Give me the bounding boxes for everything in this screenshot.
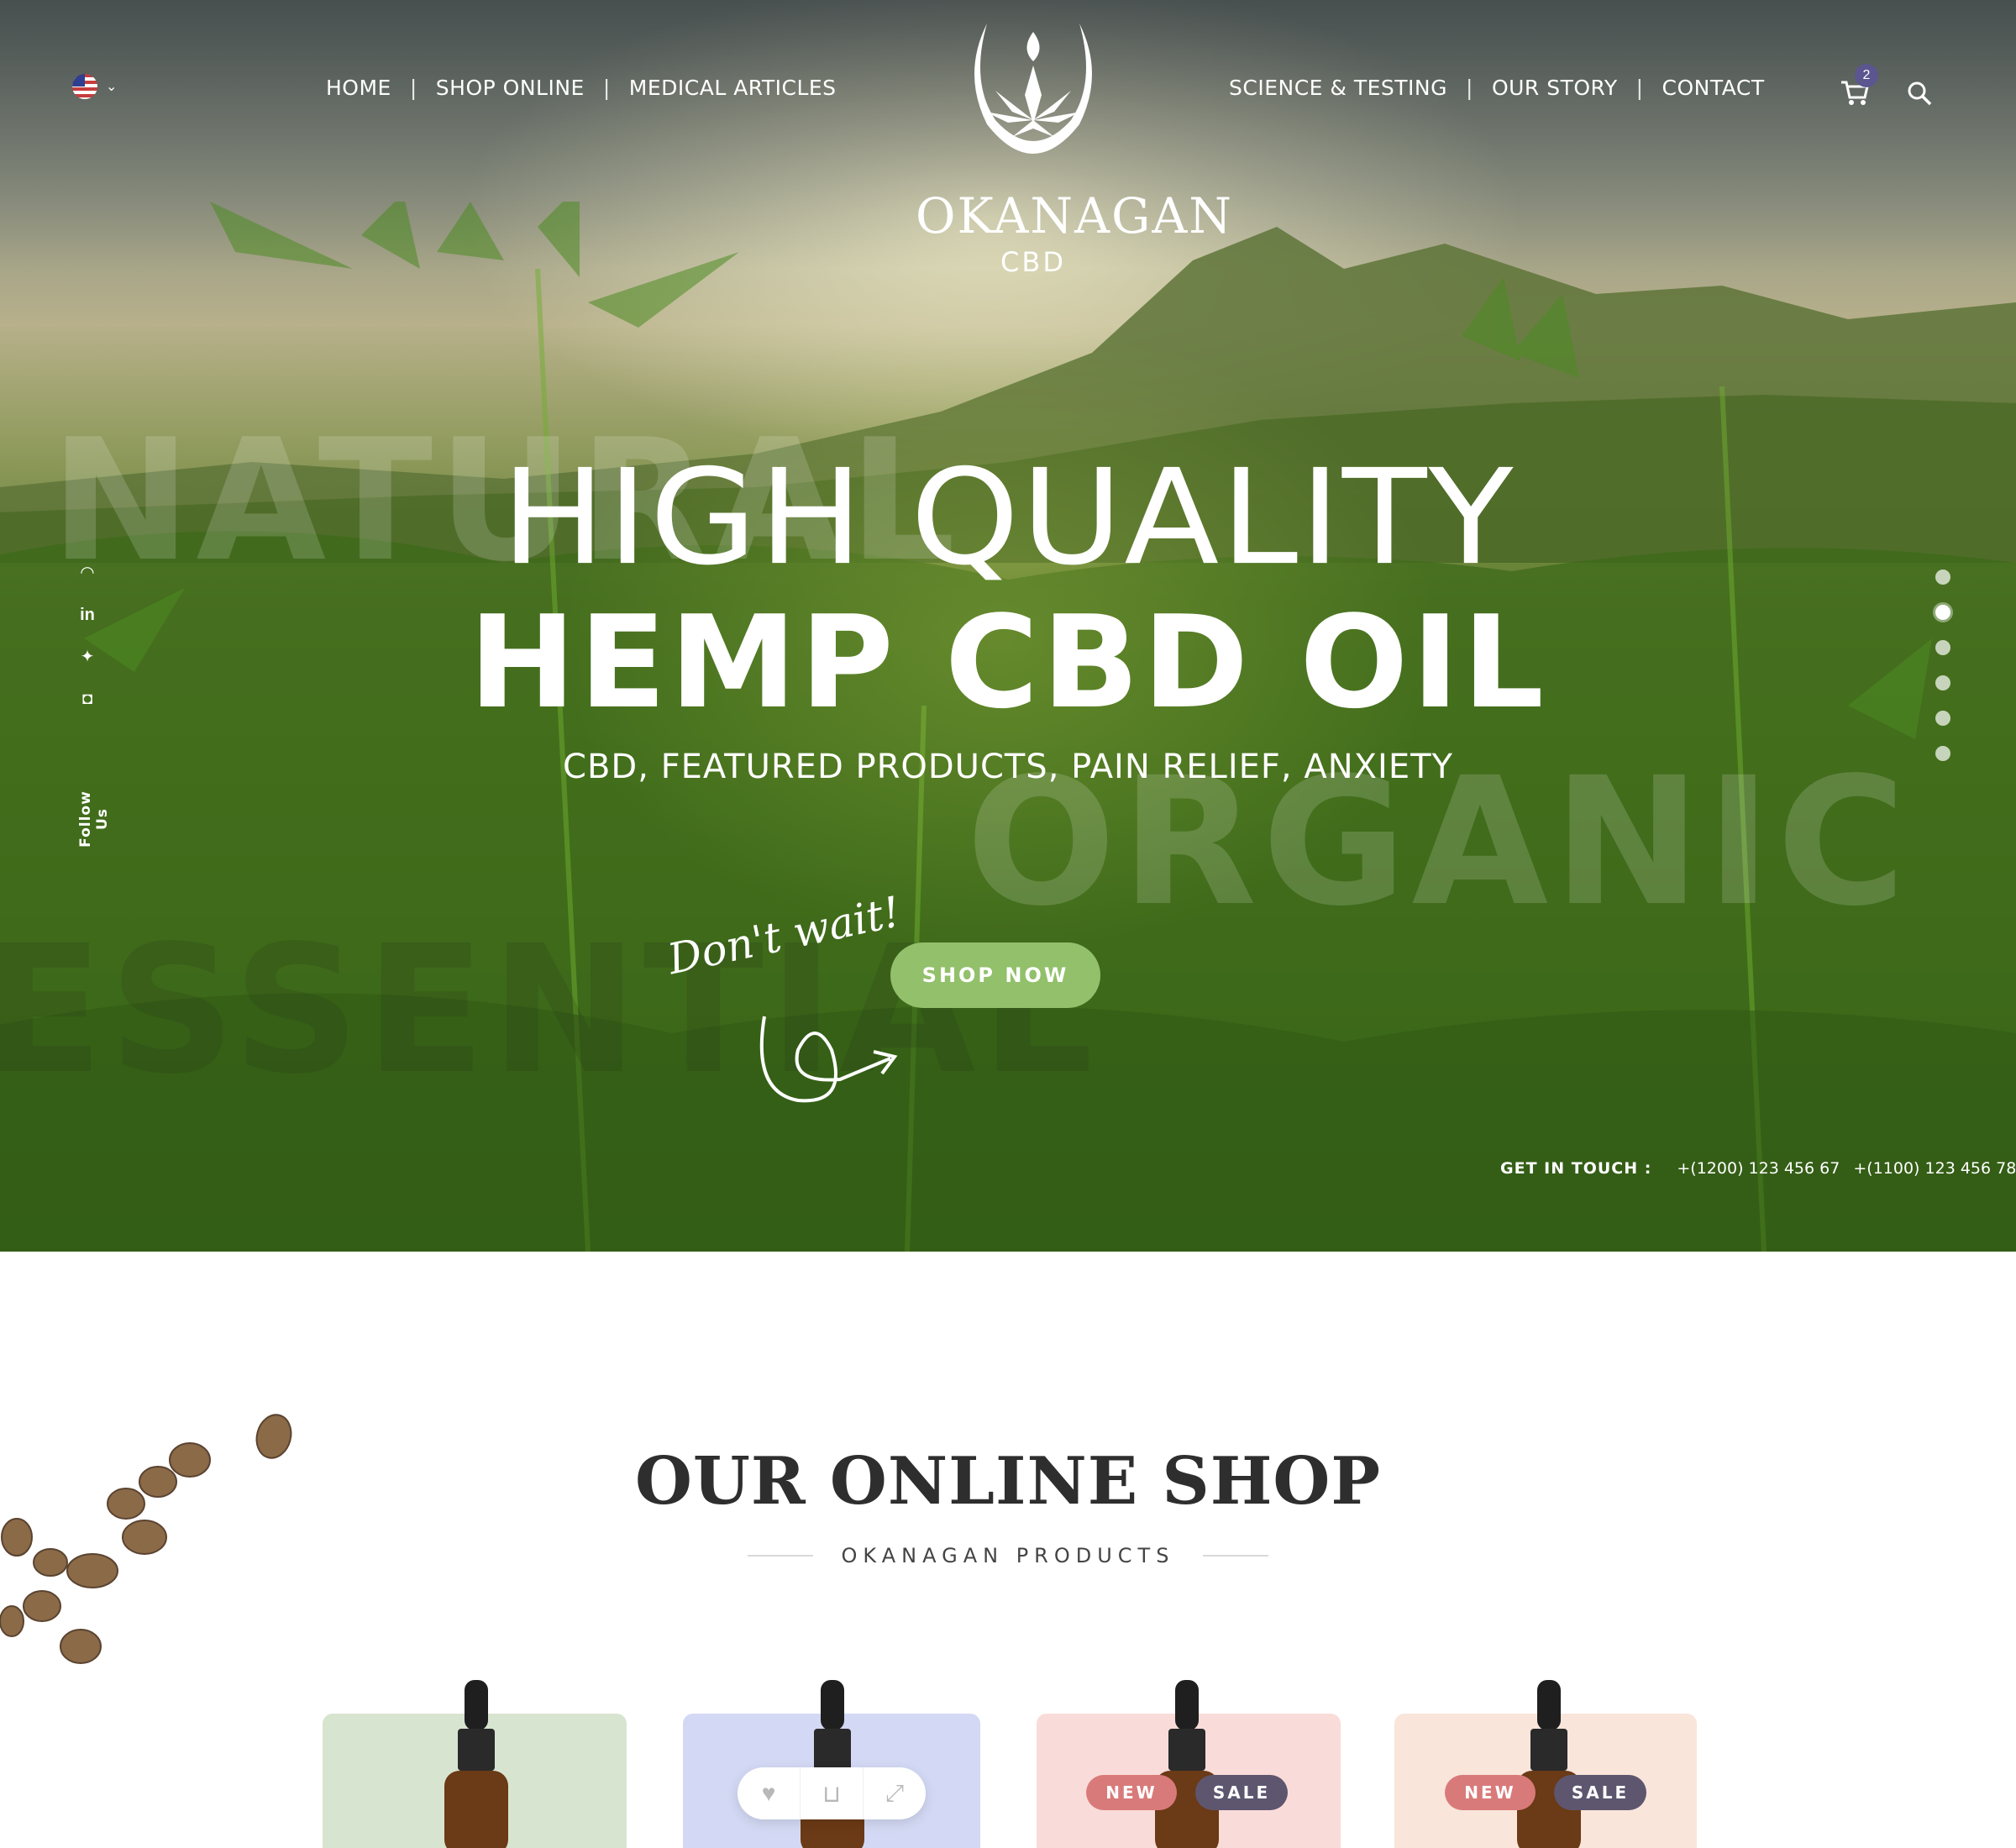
new-badge: NEW (1086, 1775, 1177, 1810)
divider-line (1203, 1555, 1268, 1557)
linkedin-icon[interactable]: in (77, 605, 97, 625)
twitter-icon[interactable]: ✦ (77, 647, 97, 667)
hero-title-bold: HEMP CBD OIL (469, 588, 1547, 737)
shop-title-pre: OUR (634, 1443, 806, 1520)
search-icon[interactable] (1905, 79, 1934, 108)
shop-subtitle: OKANAGAN PRODUCTS (841, 1544, 1175, 1567)
follow-us-label: Follow Us (77, 790, 111, 848)
shop-title-post: SHOP (1162, 1443, 1382, 1520)
nav-medical-articles[interactable]: MEDICAL ARTICLES (629, 76, 837, 100)
shop-subtitle-row: OKANAGAN PRODUCTS (748, 1539, 1268, 1572)
nav-separator: | (1635, 76, 1644, 100)
product-actions: ♥ ⊔ ⤢ (738, 1767, 926, 1819)
hero-subtitle: CBD, FEATURED PRODUCTS, PAIN RELIEF, ANX… (563, 748, 1453, 786)
language-selector[interactable]: ⌄ (72, 74, 117, 99)
nav-contact[interactable]: CONTACT (1662, 76, 1765, 100)
slider-dot[interactable] (1935, 746, 1950, 761)
expand-icon[interactable]: ⤢ (864, 1767, 926, 1819)
nav-science-testing[interactable]: SCIENCE & TESTING (1229, 76, 1447, 100)
logo-name: OKANAGAN (916, 187, 1234, 244)
contact-label: GET IN TOUCH : (1500, 1159, 1652, 1178)
hemp-seeds-image (0, 1414, 292, 1664)
nav-home[interactable]: HOME (326, 76, 391, 100)
contact-phone-2[interactable]: +(1100) 123 456 78 (1853, 1159, 2016, 1178)
nav-shop-online[interactable]: SHOP ONLINE (436, 76, 585, 100)
slider-dot[interactable] (1935, 711, 1950, 726)
slider-dot[interactable] (1935, 640, 1950, 655)
shop-title: OUR ONLINE SHOP (0, 1443, 2016, 1520)
nav-separator: | (409, 76, 417, 100)
nav-separator: | (602, 76, 611, 100)
slider-dot[interactable] (1935, 570, 1950, 585)
new-badge: NEW (1445, 1775, 1536, 1810)
heart-icon[interactable]: ♥ (738, 1767, 801, 1819)
cart-count-badge: 2 (1855, 64, 1878, 87)
contact-phone-1[interactable]: +(1200) 123 456 67 (1677, 1159, 1840, 1178)
contact-info: GET IN TOUCH : +(1200) 123 456 67 +(1100… (1500, 1159, 2016, 1178)
sale-badge: SALE (1195, 1775, 1288, 1810)
dropper-bottle-image (801, 1680, 864, 1848)
nav-left: HOME | SHOP ONLINE | MEDICAL ARTICLES (326, 76, 837, 100)
sale-badge: SALE (1554, 1775, 1646, 1810)
divider-line (748, 1555, 813, 1557)
brand-logo[interactable]: OKANAGAN CBD (916, 15, 1234, 278)
shop-title-bold: ONLINE (829, 1443, 1139, 1520)
us-flag-icon (72, 74, 97, 99)
swirl-arrow-icon (759, 1016, 898, 1103)
chevron-down-icon: ⌄ (106, 80, 118, 94)
social-links: ◠ in ✦ ◘ (77, 563, 99, 731)
logo-sub: CBD (1000, 246, 1066, 278)
hemp-leaf-icon (974, 24, 1092, 154)
slider-dot[interactable] (1935, 675, 1950, 690)
rss-icon[interactable]: ◠ (77, 563, 97, 583)
nav-our-story[interactable]: OUR STORY (1492, 76, 1618, 100)
nav-right: SCIENCE & TESTING | OUR STORY | CONTACT (1229, 76, 1765, 100)
instagram-icon[interactable]: ◘ (77, 689, 97, 709)
basket-icon[interactable]: ⊔ (801, 1767, 864, 1819)
dropper-bottle-image (444, 1680, 508, 1848)
slider-dots (1935, 570, 1954, 781)
dropper-bottle-image (1155, 1680, 1219, 1848)
nav-separator: | (1466, 76, 1473, 100)
slider-dot-active[interactable] (1935, 605, 1950, 620)
hero-title-light: HIGH QUALITY (501, 440, 1515, 595)
dropper-bottle-image (1517, 1680, 1581, 1848)
shop-now-button[interactable]: SHOP NOW (890, 942, 1100, 1008)
bg-word-essential: ESSENTIAL (0, 907, 1099, 1113)
